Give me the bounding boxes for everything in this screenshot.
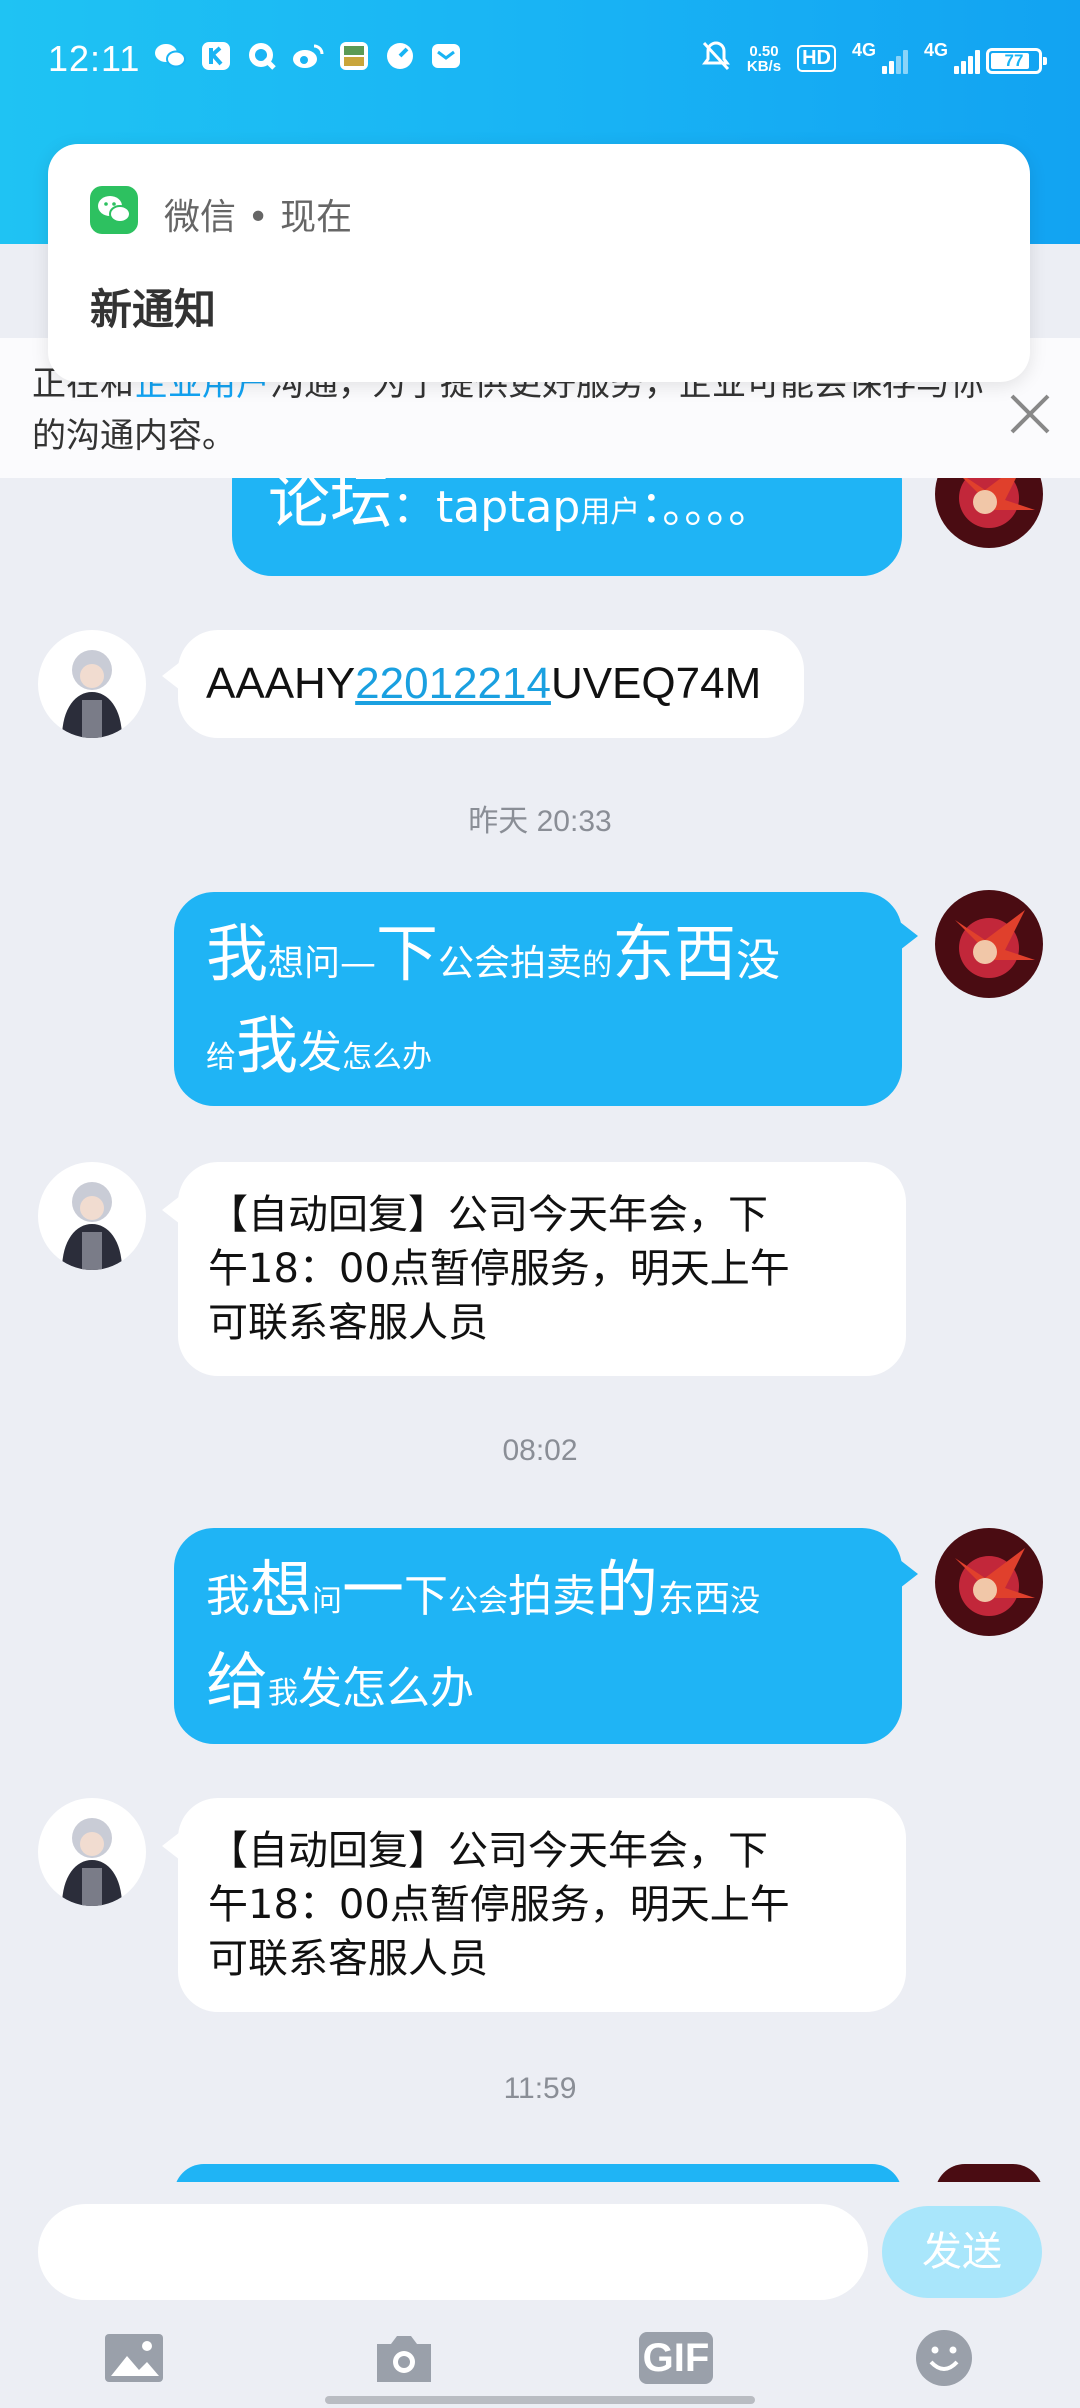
k-app-icon <box>200 40 232 72</box>
message-line: 【自动回复】公司今天年会，下 <box>208 1828 768 1874</box>
message-bubble-received[interactable]: 【自动回复】公司今天年会，下 午18：00点暂停服务，明天上午 可联系客服人员 <box>178 1162 906 1376</box>
notification-title: 新通知 <box>90 285 217 334</box>
message-fragment: AAAHY <box>206 659 356 708</box>
message-fragment: 的 <box>596 1553 659 1626</box>
agent-avatar[interactable] <box>38 630 146 738</box>
sim1-type: 4G <box>851 40 876 60</box>
message-fragment: 东西 <box>658 1579 731 1620</box>
message-fragment: 我 <box>268 1676 299 1711</box>
timestamp: 11:59 <box>503 2072 577 2105</box>
my-avatar[interactable] <box>935 890 1043 998</box>
net-speed-unit: KB/s <box>746 57 782 75</box>
camera-icon[interactable] <box>372 2326 436 2390</box>
status-bar: 12:11 0.50 KB/s HD 4G 4G 77 <box>0 0 1080 120</box>
message-fragment: — <box>340 943 377 984</box>
message-fragment: 公会拍卖 <box>438 943 583 984</box>
status-app-icons <box>154 40 462 72</box>
message-text: 【自动回复】公司今天年会，下 午18：00点暂停服务，明天上午 可联系客服人员 <box>208 1188 790 1350</box>
message-fragment: 想 <box>250 1553 313 1626</box>
message-input[interactable] <box>38 2204 868 2300</box>
boss-app-icon <box>338 40 370 72</box>
status-time: 12:11 <box>48 38 141 79</box>
my-avatar[interactable] <box>935 1528 1043 1636</box>
notification-source: 微信 • 现在 <box>164 197 353 238</box>
status-right: 0.50 KB/s HD 4G 4G <box>701 40 980 77</box>
wechat-icon <box>90 186 138 234</box>
sim2-type: 4G <box>923 40 948 60</box>
agent-avatar[interactable] <box>38 1162 146 1270</box>
wechat-status-icon <box>154 40 186 72</box>
timestamp: 昨天 20:33 <box>468 805 612 838</box>
battery-icon: 77 <box>986 48 1047 74</box>
speed-app-icon <box>384 40 416 72</box>
message-fragment: 没 <box>730 1584 761 1619</box>
gif-icon[interactable]: GIF <box>638 2326 714 2390</box>
gif-label: GIF <box>638 2332 714 2384</box>
net-speed: 0.50 KB/s <box>747 44 781 74</box>
message-fragment: 怎么办 <box>342 1040 433 1075</box>
timestamp: 08:02 <box>502 1434 578 1467</box>
message-text: 【自动回复】公司今天年会，下 午18：00点暂停服务，明天上午 可联系客服人员 <box>208 1824 790 1986</box>
message-fragment: ：。。。。 <box>640 482 773 533</box>
message-bubble-sent[interactable]: 我想问—下公会拍卖的东西没 给我发怎么办 <box>174 892 902 1106</box>
message-fragment: 公会 <box>448 1584 509 1619</box>
message-fragment: 发怎么办 <box>298 1663 475 1714</box>
message-fragment: 下 <box>404 1571 449 1622</box>
message-fragment: 一 <box>342 1553 405 1626</box>
message-fragment: 拍卖 <box>508 1571 597 1622</box>
battery-level: 77 <box>1004 51 1024 70</box>
image-icon[interactable] <box>102 2326 166 2390</box>
message-bubble-received[interactable]: AAAHY22012214UVEQ74M <box>178 630 804 738</box>
agent-avatar[interactable] <box>38 1798 146 1906</box>
weibo-icon <box>292 40 324 72</box>
message-fragment: 用户 <box>580 495 641 530</box>
message-fragment: 给 <box>206 1040 236 1075</box>
message-bubble-sent[interactable]: 我想问一下公会拍卖的东西没 给我发怎么办 <box>174 1528 902 1744</box>
message-bubble-received[interactable]: 【自动回复】公司今天年会，下 午18：00点暂停服务，明天上午 可联系客服人员 <box>178 1798 906 2012</box>
message-fragment: 下 <box>376 917 439 990</box>
message-line: 【自动回复】公司今天年会，下 <box>208 1192 768 1238</box>
home-indicator[interactable] <box>325 2396 755 2404</box>
mute-icon <box>701 40 731 77</box>
message-fragment: 的 <box>582 948 613 983</box>
sim1-signal-icon <box>881 44 908 74</box>
message-fragment: 我 <box>206 1571 250 1622</box>
send-button[interactable]: 发送 <box>882 2206 1042 2298</box>
message-fragment: 没 <box>736 935 781 986</box>
message-line: 午18：00点暂停服务，明天上午 <box>208 1882 790 1928</box>
message-fragment: UVEQ74M <box>550 659 762 708</box>
message-line: 可联系客服人员 <box>208 1936 488 1982</box>
emoji-icon[interactable] <box>912 2326 976 2390</box>
phone-link[interactable]: 22012214 <box>355 659 551 708</box>
message-line: 午18：00点暂停服务，明天上午 <box>208 1246 790 1292</box>
hd-badge: HD <box>797 45 836 72</box>
q-app-icon <box>246 40 278 72</box>
message-fragment: 想问 <box>268 943 341 984</box>
message-fragment: 东西 <box>612 917 737 990</box>
sim2-signal-icon <box>954 44 980 74</box>
message-fragment: ：taptap <box>392 482 581 533</box>
message-fragment: 发 <box>298 1027 343 1078</box>
close-icon[interactable] <box>1002 386 1058 442</box>
message-text: 论坛：taptap用户：。。。。 <box>268 470 773 540</box>
message-text: 我想问—下公会拍卖的东西没 给我发怎么办 <box>206 914 780 1098</box>
composer-bar: 发送 GIF <box>0 2182 1080 2408</box>
message-fragment: 给 <box>206 1645 269 1718</box>
message-text: AAAHY22012214UVEQ74M <box>206 657 761 711</box>
mail-app-icon <box>430 40 462 72</box>
message-text: 我想问一下公会拍卖的东西没 给我发怎么办 <box>206 1550 760 1734</box>
message-fragment: 我 <box>206 917 269 990</box>
message-fragment: 问 <box>312 1584 343 1619</box>
notification-banner[interactable]: 微信 • 现在 新通知 <box>48 144 1030 382</box>
message-fragment: 我 <box>236 1009 299 1082</box>
message-line: 可联系客服人员 <box>208 1300 488 1346</box>
